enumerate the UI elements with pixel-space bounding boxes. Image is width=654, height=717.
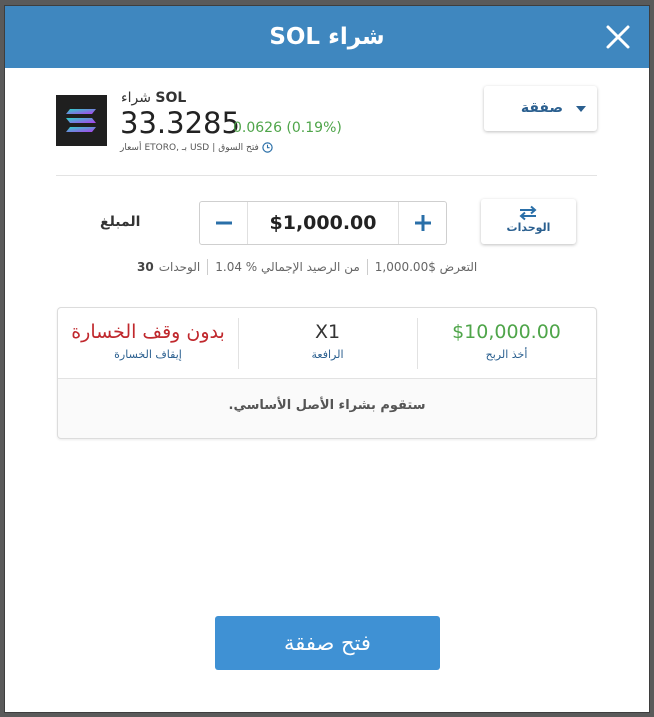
leverage-value: X1	[314, 321, 341, 343]
chevron-down-icon	[576, 106, 586, 112]
open-trade-button[interactable]: فتح صفقة	[215, 616, 440, 670]
price-source: ETORO, بـ	[144, 142, 187, 153]
market-status: فتح السوق	[218, 142, 259, 153]
increase-amount-button[interactable]	[398, 202, 446, 244]
amount-label: المبلغ	[100, 214, 141, 230]
stop-loss-label: إيقاف الخسارة	[114, 348, 182, 361]
trade-type-dropdown[interactable]: صفقة	[484, 86, 597, 131]
close-icon	[606, 25, 630, 49]
take-profit-label: أخذ الربح	[485, 348, 528, 361]
asset-symbol: SOL	[155, 90, 187, 106]
header-divider	[56, 175, 597, 176]
price-change: 0.0626 (0.19%)	[233, 120, 342, 136]
take-profit-setting[interactable]: $10,000.00 أخذ الربح	[417, 308, 596, 379]
leverage-setting[interactable]: X1 الرافعة	[238, 308, 417, 379]
price-currency: USD	[189, 142, 210, 153]
units-toggle-button[interactable]: الوحدات	[481, 199, 576, 244]
amount-stepper	[199, 201, 447, 245]
stop-loss-value: بدون وقف الخسارة	[71, 321, 225, 343]
asset-price: 33.3285	[120, 106, 240, 140]
trade-dialog: شراء SOL شراء SOL 33.3285 0.0626 (0.19%)…	[5, 6, 649, 712]
balance-percentage: من الرصيد الإجمالي % 1.04	[215, 260, 360, 274]
order-settings-panel: بدون وقف الخسارة إيقاف الخسارة X1 الرافع…	[57, 307, 597, 439]
solana-logo-icon	[56, 95, 107, 146]
order-settings-row: بدون وقف الخسارة إيقاف الخسارة X1 الرافع…	[58, 308, 596, 379]
minus-icon	[216, 221, 232, 225]
dialog-title: شراء SOL	[269, 24, 385, 50]
stop-loss-setting[interactable]: بدون وقف الخسارة إيقاف الخسارة	[58, 308, 238, 379]
units-toggle-label: الوحدات	[506, 221, 551, 234]
decrease-amount-button[interactable]	[200, 202, 248, 244]
swap-arrows-icon	[519, 205, 537, 221]
take-profit-value: $10,000.00	[452, 321, 561, 343]
trade-type-label: صفقة	[520, 100, 563, 116]
trade-stats: 30 الوحدات من الرصيد الإجمالي % 1.04 الت…	[137, 258, 477, 276]
asset-action: شراء	[121, 90, 151, 106]
leverage-label: الرافعة	[311, 348, 344, 361]
stats-separator	[207, 259, 209, 275]
amount-input[interactable]	[249, 202, 397, 244]
meta-separator: |	[212, 142, 216, 153]
units-label: الوحدات	[158, 260, 201, 274]
asset-name: شراء SOL	[121, 90, 186, 106]
units-value: 30	[137, 260, 154, 274]
stats-separator	[366, 259, 368, 275]
clock-icon	[262, 142, 273, 153]
market-meta: أسعار ETORO, بـ USD | فتح السوق	[120, 142, 273, 153]
prices-label: أسعار	[120, 142, 142, 153]
plus-icon	[415, 215, 431, 231]
underlying-asset-note: .ستقوم بشراء الأصل الأساسي	[228, 398, 426, 413]
close-button[interactable]	[605, 24, 631, 50]
exposure-value: التعرض $1,000.00	[374, 260, 478, 274]
dialog-header: شراء SOL	[5, 6, 649, 68]
